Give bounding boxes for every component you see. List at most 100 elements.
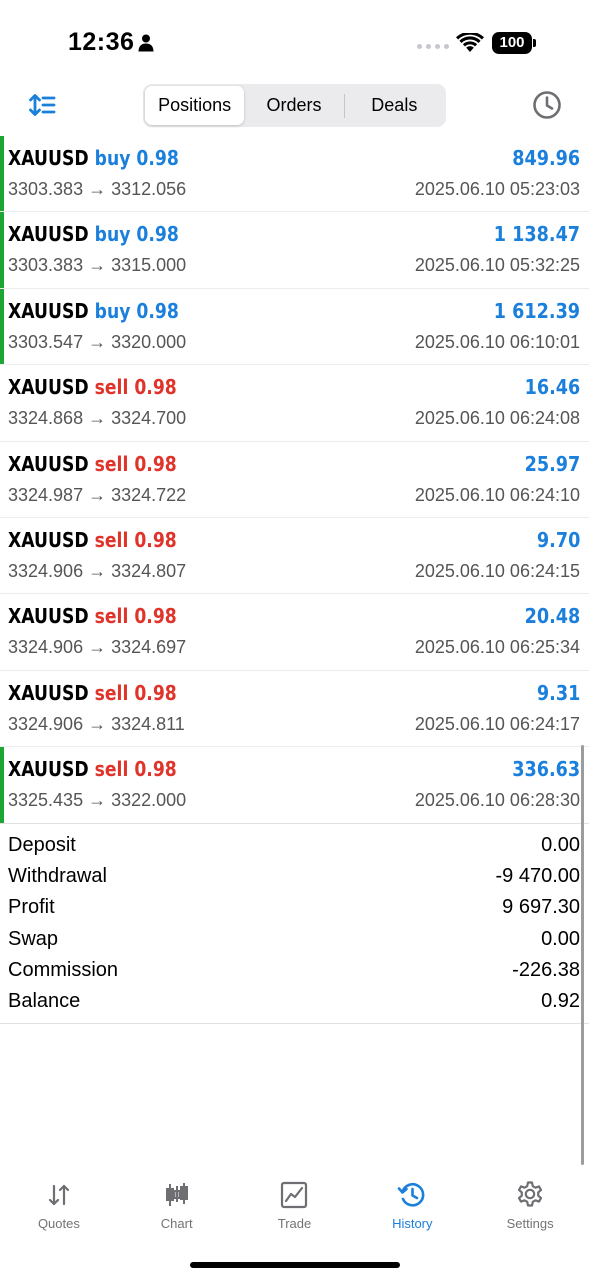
tab-positions[interactable]: Positions [145,86,245,125]
deal-symbol: XAUUSD [8,375,89,400]
deal-symbol: XAUUSD [8,222,89,247]
tab-chart[interactable]: Chart [118,1172,236,1242]
deal-title: XAUUSD buy 0.98 [8,222,179,246]
deal-profit: 16.46 [524,375,580,400]
deal-type: buy 0.98 [94,298,179,323]
summary-label: Profit [8,896,55,919]
tab-label: Trade [277,1216,312,1231]
segmented-control: Positions Orders Deals [143,84,446,127]
deal-type: sell 0.98 [94,375,177,400]
scroll-indicator[interactable] [581,745,584,1165]
summary-value: 0.00 [541,834,580,857]
tab-trade[interactable]: Trade [236,1172,354,1242]
tab-deals[interactable]: Deals [345,86,444,125]
tab-settings[interactable]: Settings [471,1172,589,1242]
summary: Deposit 0.00 Withdrawal -9 470.00 Profit… [0,830,589,1025]
sort-icon[interactable] [28,92,56,118]
deal-time: 2025.06.10 06:24:15 [414,560,580,581]
deal-row[interactable]: XAUUSD buy 0.98 3303.547 → 3320.000 1 612.… [0,288,589,366]
summary-value: 0.92 [541,990,580,1013]
deal-symbol: XAUUSD [8,527,89,552]
tab-history[interactable]: History [353,1172,471,1242]
deal-time: 2025.06.10 06:24:17 [414,713,580,734]
deals-list: XAUUSD buy 0.98 3303.383 → 3312.056 849.96… [0,136,589,824]
position-indicator [0,747,4,823]
deal-row[interactable]: XAUUSD sell 0.98 3324.906 → 3324.697 20.48… [0,594,589,671]
deal-row[interactable]: XAUUSD sell 0.98 3325.435 → 3322.000 336.6… [0,747,589,824]
position-indicator [0,212,4,288]
deal-type: sell 0.98 [94,680,177,705]
deal-profit: 1 138.47 [493,222,580,247]
status-bar: 12:36 100 [0,0,589,80]
deal-row[interactable]: XAUUSD sell 0.98 3324.987 → 3324.722 25.97… [0,442,589,518]
deal-title: XAUUSD sell 0.98 [8,452,177,476]
deal-prices: 3324.987 → 3324.722 [8,484,187,505]
tab-label: History [392,1216,433,1231]
deal-profit: 20.48 [524,604,580,629]
deal-prices: 3324.868 → 3324.700 [8,408,187,429]
deal-row[interactable]: XAUUSD sell 0.98 3324.906 → 3324.811 9.31 2… [0,671,589,748]
deal-prices: 3303.383 → 3315.000 [8,255,187,276]
deal-prices: 3324.906 → 3324.697 [8,637,187,658]
summary-value: 9 697.30 [502,896,580,919]
home-indicator [190,1262,400,1268]
summary-row-swap: Swap 0.00 [0,924,589,955]
deal-title: XAUUSD sell 0.98 [8,528,177,552]
deal-type: buy 0.98 [94,146,179,170]
deal-row[interactable]: XAUUSD buy 0.98 3303.383 → 3312.056 849.96… [0,136,589,213]
deal-symbol: XAUUSD [8,451,89,476]
deal-profit: 1 612.39 [493,298,580,323]
summary-row-balance: Balance 0.92 [0,986,589,1017]
summary-value: -9 470.00 [495,865,580,888]
deal-title: XAUUSD sell 0.98 [8,604,177,628]
deal-profit: 9.31 [536,680,580,705]
summary-row-commission: Commission -226.38 [0,955,589,986]
deal-title: XAUUSD buy 0.98 [8,146,179,170]
deal-title: XAUUSD sell 0.98 [8,375,177,399]
summary-value: 0.00 [541,927,580,950]
deal-row[interactable]: XAUUSD buy 0.98 3303.383 → 3315.000 1 138.… [0,212,589,289]
deal-prices: 3324.906 → 3324.807 [8,560,187,581]
deal-profit: 849.96 [512,146,580,170]
deal-time: 2025.06.10 05:23:03 [414,179,580,199]
deal-symbol: XAUUSD [8,604,89,629]
deal-profit: 25.97 [524,451,580,476]
deal-time: 2025.06.10 06:25:34 [414,637,580,658]
deal-prices: 3325.435 → 3322.000 [8,790,187,811]
deal-row[interactable]: XAUUSD sell 0.98 3324.868 → 3324.700 16.46… [0,365,589,442]
cellular-icon [417,44,449,49]
summary-label: Balance [8,990,81,1013]
deal-type: sell 0.98 [94,527,177,552]
quotes-icon [48,1184,69,1206]
deal-type: buy 0.98 [94,222,179,247]
deal-time: 2025.06.10 06:24:10 [414,484,580,505]
deal-time: 2025.06.10 06:10:01 [414,331,580,352]
position-indicator [0,136,4,212]
deal-profit: 336.63 [512,757,580,782]
summary-label: Withdrawal [8,865,107,888]
deal-title: XAUUSD buy 0.98 [8,299,179,323]
deal-row[interactable]: XAUUSD sell 0.98 3324.906 → 3324.807 9.70 2… [0,518,589,595]
summary-row-profit: Profit 9 697.30 [0,892,589,923]
summary-value: -226.38 [512,958,580,981]
deal-symbol: XAUUSD [8,298,89,323]
clock-icon[interactable] [532,90,562,120]
person-icon [138,34,154,52]
chart-icon [165,1183,188,1206]
position-indicator [0,288,4,365]
tab-label: Chart [160,1216,193,1231]
tab-bar: Quotes Chart Trade History Settings [0,1172,589,1242]
deal-type: sell 0.98 [94,604,177,629]
battery-icon: 100 [492,32,536,54]
deal-time: 2025.06.10 06:28:30 [414,790,580,811]
tab-quotes[interactable]: Quotes [0,1172,118,1242]
status-time: 12:36 [68,28,135,56]
deal-type: sell 0.98 [94,757,177,782]
tab-orders[interactable]: Orders [244,86,343,125]
deal-prices: 3303.383 → 3312.056 [8,179,187,199]
deal-type: sell 0.98 [94,451,177,476]
summary-label: Deposit [8,834,76,857]
deal-title: XAUUSD sell 0.98 [8,757,177,781]
deal-prices: 3303.547 → 3320.000 [8,331,187,352]
deal-symbol: XAUUSD [8,680,89,705]
